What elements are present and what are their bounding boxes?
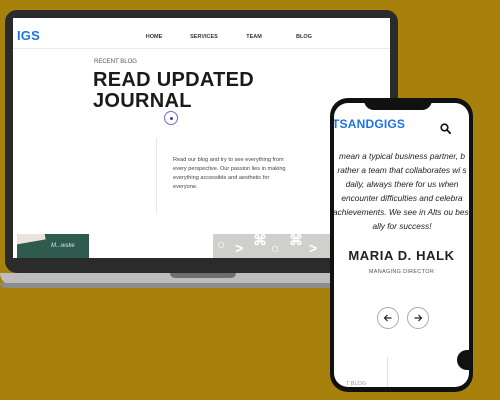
blog-description: Read our blog and try to see everything … [173, 157, 286, 190]
main-nav: HOME SERVICES TEAM BLOG [129, 34, 329, 40]
testimonial-name: MARIA D. HALK [348, 248, 455, 263]
thumbnail-script-text: M...wske [51, 243, 75, 249]
floating-side-button[interactable] [457, 350, 472, 370]
site-logo[interactable]: IGS [17, 28, 40, 43]
header-divider [13, 48, 390, 49]
nav-services[interactable]: SERVICES [179, 34, 229, 40]
scroll-indicator-icon[interactable] [164, 111, 178, 125]
arrow-right-icon [414, 314, 423, 322]
phone-screen: TSANDGIGS mean a typical business partne… [334, 103, 469, 387]
hero-title: READ UPDATED JOURNAL [93, 70, 293, 112]
nav-home[interactable]: HOME [129, 34, 179, 40]
paper-shape [17, 234, 46, 245]
phone-site-logo[interactable]: TSANDGIGS [334, 117, 405, 131]
phone-section-label: T BLOG [346, 381, 367, 387]
blog-thumbnail-right[interactable]: ○ > ⌘ ○ ⌘ > [213, 234, 333, 258]
nav-blog[interactable]: BLOG [279, 34, 329, 40]
search-icon[interactable] [440, 121, 452, 135]
section-label: RECENT BLOG [94, 59, 137, 65]
next-testimonial-button[interactable] [407, 307, 429, 329]
nav-team[interactable]: TEAM [229, 34, 279, 40]
phone-vertical-divider [387, 357, 388, 387]
testimonial-quote: mean a typical business partner, b rathe… [334, 151, 469, 231]
testimonial-role: MANAGING DIRECTOR [368, 269, 435, 275]
phone-frame: TSANDGIGS mean a typical business partne… [330, 98, 473, 392]
vertical-divider [156, 138, 157, 213]
laptop-trackpad-notch [170, 273, 236, 278]
blog-thumbnail-left[interactable]: M...wske [17, 234, 89, 258]
prev-testimonial-button[interactable] [377, 307, 399, 329]
hero-title-line-1: READ UPDATED [93, 69, 255, 91]
hero-title-line-2: JOURNAL [93, 90, 192, 112]
arrow-left-icon [383, 314, 392, 322]
phone-notch [364, 98, 432, 110]
